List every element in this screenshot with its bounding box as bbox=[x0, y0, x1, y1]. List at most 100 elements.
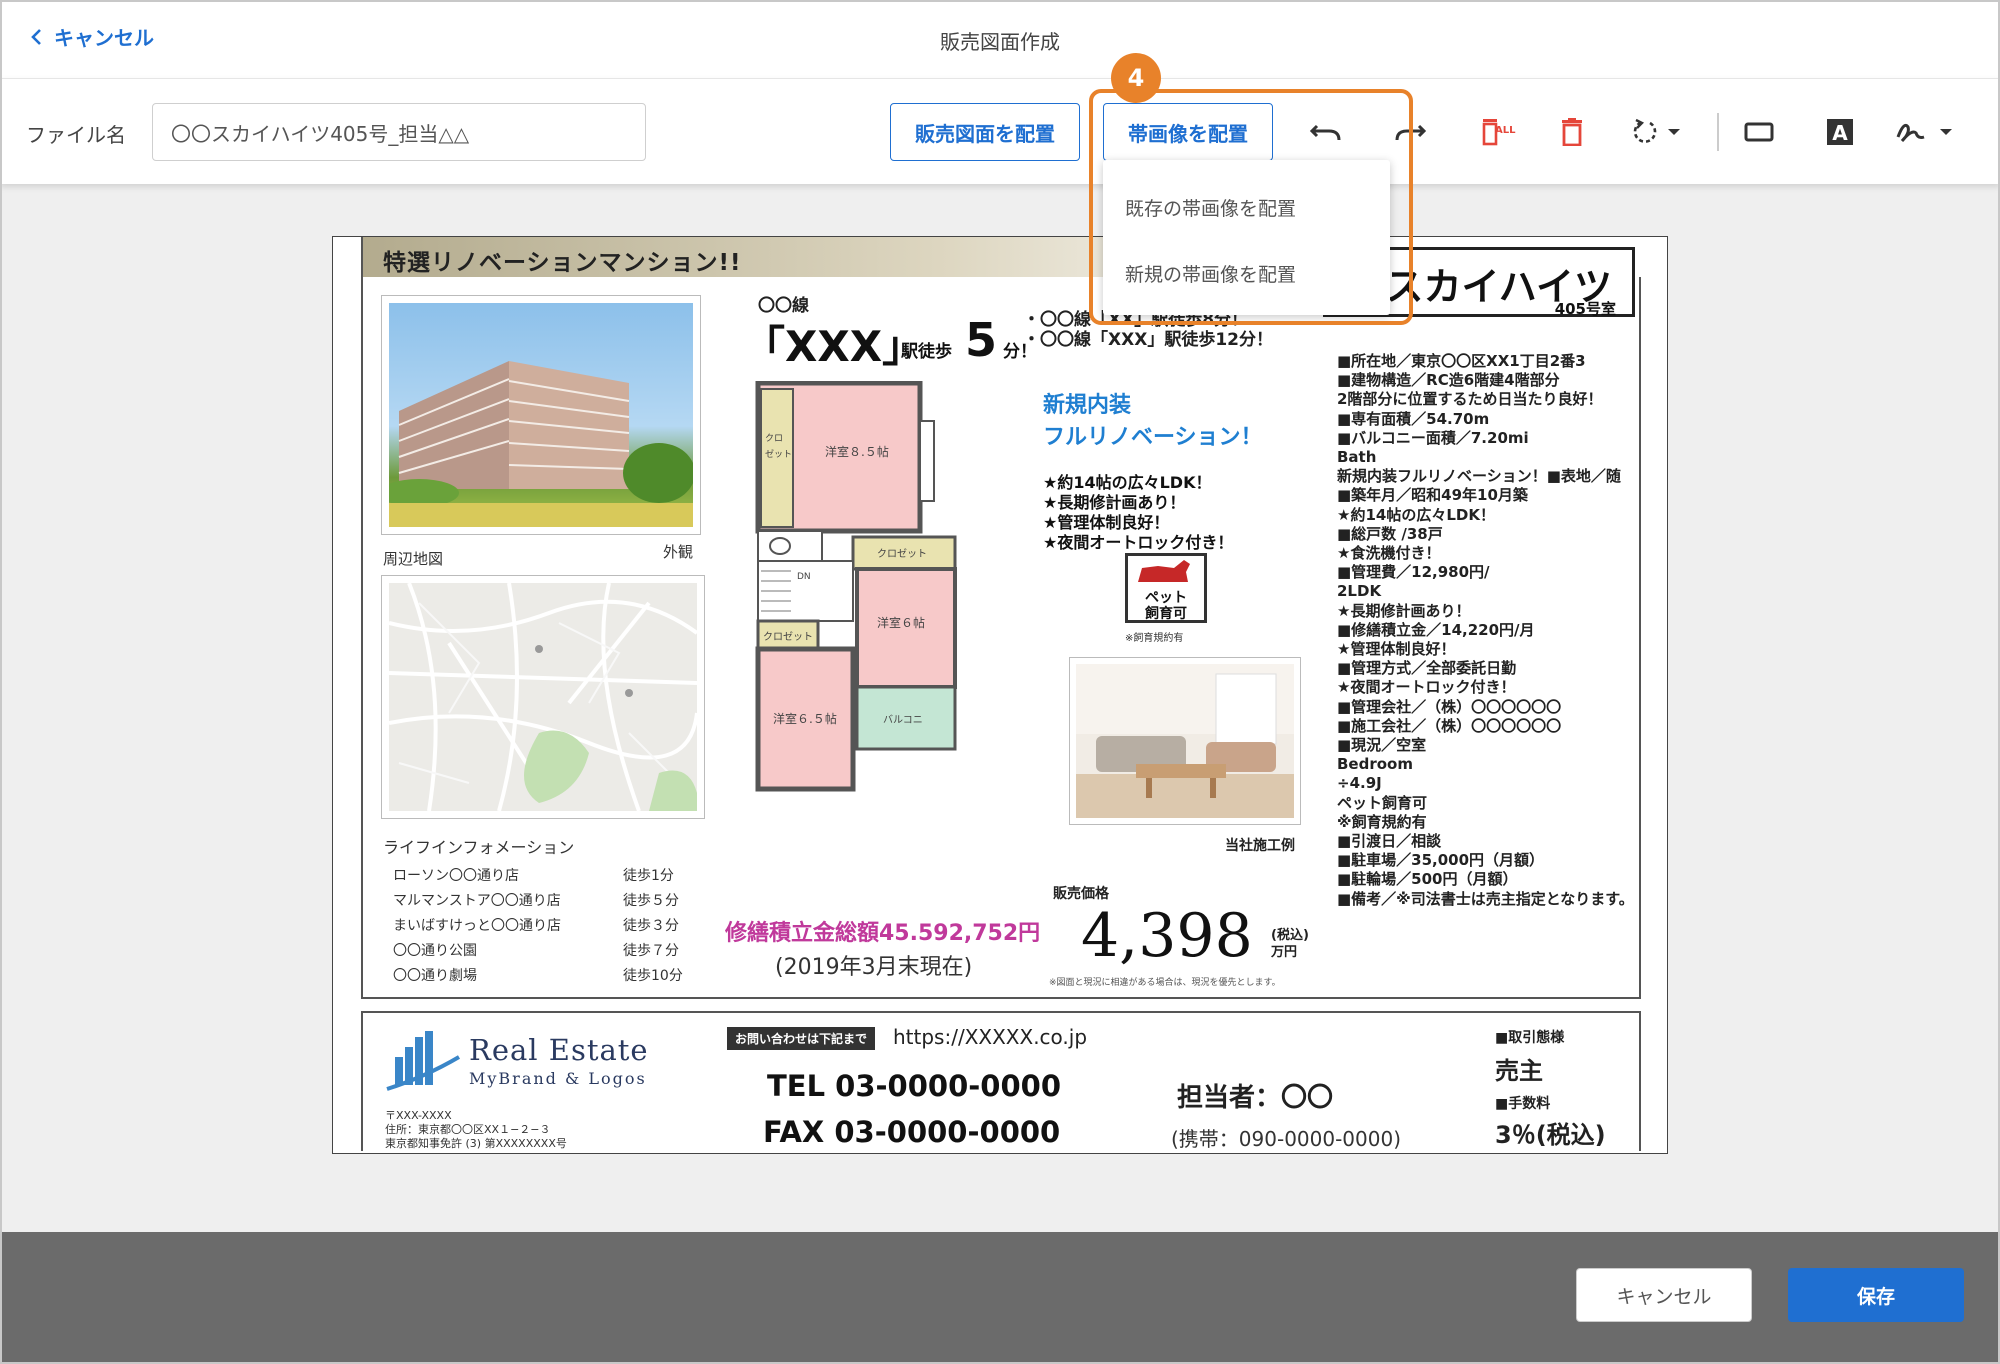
balcony-label: バルコニ bbox=[883, 714, 923, 726]
room-label: 洋室８.５帖 bbox=[825, 444, 889, 459]
price-label: 販売価格 bbox=[1053, 886, 1109, 902]
dropdown-item-existing-band[interactable]: 既存の帯画像を配置 bbox=[1125, 194, 1296, 221]
info-line: ÷4.9J bbox=[1337, 774, 1382, 793]
life-row: 〇〇通り劇場 徒歩10分 bbox=[393, 968, 683, 984]
tel-number: TEL 03-0000-0000 bbox=[767, 1069, 1062, 1103]
route-line: ・〇〇線「XXX」駅徒歩12分！ bbox=[1023, 330, 1273, 350]
place-band-image-button[interactable]: 帯画像を配置 bbox=[1103, 103, 1273, 161]
reno-title: 新規内装 フルリノベーション！ bbox=[1043, 393, 1263, 450]
step-badge: 4 bbox=[1111, 53, 1161, 103]
map-caption: 周辺地図 bbox=[383, 550, 444, 568]
closet-label: ゼット bbox=[765, 448, 792, 460]
price-tax: (税込) 万円 bbox=[1271, 928, 1309, 960]
info-line: ■建物構造／RC造6階建4階部分 bbox=[1337, 371, 1560, 390]
page-title: 販売図面作成 bbox=[940, 30, 1060, 54]
area-map bbox=[381, 575, 705, 819]
info-line: ペット飼育可 bbox=[1337, 793, 1428, 812]
interior-photo bbox=[1069, 657, 1301, 825]
closet-label: クロ bbox=[765, 433, 783, 444]
info-line: Bedroom bbox=[1337, 755, 1413, 774]
info-line: ★食洗機付き！ bbox=[1337, 544, 1441, 563]
flyer-main: 特選リノベーションマンション!! スカイハイツ 405号室 外観 周辺地図 ライ… bbox=[361, 237, 1643, 999]
signature-icon[interactable] bbox=[1894, 112, 1960, 152]
life-row: まいばすけっと〇〇通り店 徒歩３分 bbox=[393, 918, 679, 934]
info-line: ■築年月／昭和49年10月築 bbox=[1337, 486, 1528, 505]
place-drawing-button[interactable]: 販売図面を配置 bbox=[890, 103, 1080, 161]
document-canvas[interactable]: 特選リノベーションマンション!! スカイハイツ 405号室 外観 周辺地図 ライ… bbox=[332, 236, 1668, 1154]
repair-total: 修繕積立金総額45.592,752円 bbox=[725, 921, 1041, 946]
info-line: ■管理方式／全部委託日勤 bbox=[1337, 659, 1517, 678]
delete-all-icon[interactable]: ALL bbox=[1478, 112, 1518, 152]
station-name: 「XXX」 bbox=[743, 322, 925, 371]
room-label: 洋室６.５帖 bbox=[773, 711, 837, 726]
walk-minutes: 5 bbox=[965, 313, 998, 367]
feature-item: ★夜間オートロック付き！ bbox=[1043, 533, 1234, 552]
info-line: ■駐輪場／500円（月額） bbox=[1337, 870, 1518, 889]
info-line: ※飼育規約有 bbox=[1337, 812, 1427, 831]
stairs-label: DN bbox=[797, 572, 811, 582]
info-line: ■専有面積／54.70m bbox=[1337, 409, 1490, 428]
exterior-caption: 外観 bbox=[663, 543, 694, 561]
info-line: ■バルコニー面積／7.20mi bbox=[1337, 428, 1529, 447]
contact-tag: お問い合わせは下記まで bbox=[727, 1027, 876, 1050]
pet-icon: ペット 飼育可 bbox=[1125, 553, 1207, 623]
toolbar-divider bbox=[1717, 113, 1719, 151]
room-number: 405号室 bbox=[1554, 300, 1616, 318]
info-line: ■現況／空室 bbox=[1337, 736, 1427, 755]
info-line: ★約14帖の広々LDK！ bbox=[1337, 505, 1495, 524]
info-line: ★管理体制良好！ bbox=[1337, 640, 1456, 659]
trade-value: 売主 bbox=[1495, 1057, 1543, 1085]
flyer-footer: Real Estate MyBrand & Logos 〒XXX-XXXX 住所… bbox=[361, 1011, 1641, 1151]
info-line: 2LDK bbox=[1337, 582, 1382, 601]
fee-value: 3％(税込) bbox=[1495, 1121, 1606, 1149]
staff-name: 担当者：〇〇 bbox=[1177, 1083, 1334, 1113]
pet-label: ペット bbox=[1145, 590, 1187, 606]
property-info-list: ■所在地／東京〇〇区XX1丁目2番3 ■建物構造／RC造6階建4階部分 2階部分に位… bbox=[1337, 352, 1647, 909]
life-row: 〇〇通り公園 徒歩７分 bbox=[393, 943, 679, 959]
brand-name: Real Estate bbox=[469, 1033, 649, 1067]
info-line: ★夜間オートロック付き！ bbox=[1337, 678, 1516, 697]
fee-label: ■手数料 bbox=[1495, 1096, 1551, 1112]
info-line: ■総戸数 /38戸 bbox=[1337, 524, 1443, 543]
info-line: ■修繕積立金／14,220円/月 bbox=[1337, 620, 1535, 639]
undo-icon[interactable] bbox=[1306, 112, 1346, 152]
info-line: ■管理費／12,980円/ bbox=[1337, 563, 1490, 582]
brand-tagline: MyBrand & Logos bbox=[469, 1069, 647, 1088]
toolbar: ファイル名 販売図面を配置 帯画像を配置 ALL A bbox=[0, 78, 2000, 184]
room-label: 洋室６帖 bbox=[877, 615, 925, 630]
info-line: ■管理会社／（株）〇〇〇〇〇〇 bbox=[1337, 697, 1562, 716]
rectangle-icon[interactable] bbox=[1739, 112, 1779, 152]
pet-note: ※飼育規約有 bbox=[1125, 633, 1184, 644]
building-image bbox=[389, 361, 693, 527]
dropdown-item-new-band[interactable]: 新規の帯画像を配置 bbox=[1125, 260, 1296, 287]
redo-icon[interactable] bbox=[1390, 112, 1430, 152]
floor-plan: 洋室８.５帖 クロ ゼット クロゼット 洋室６帖 バルコニ クロゼット 洋室６.… bbox=[755, 381, 957, 792]
life-row: マルマンストア〇〇通り店 徒歩５分 bbox=[393, 893, 679, 909]
interior-caption: 当社施工例 bbox=[1225, 838, 1295, 854]
info-line: 2階部分に位置するため日当たり良好！ bbox=[1337, 390, 1603, 409]
rotate-icon[interactable] bbox=[1628, 112, 1688, 152]
file-name-input[interactable] bbox=[152, 103, 646, 161]
text-icon[interactable]: A bbox=[1820, 112, 1860, 152]
info-line: ■備考／※司法書士は売主指定となります。 bbox=[1337, 889, 1634, 908]
info-line: Bath bbox=[1337, 448, 1377, 467]
exterior-photo bbox=[381, 295, 701, 535]
life-row: ローソン〇〇通り店 徒歩1分 bbox=[393, 868, 674, 884]
top-bar: キャンセル 販売図面作成 bbox=[0, 0, 2000, 78]
repair-date: (2019年3月末現在) bbox=[775, 955, 973, 980]
trade-label: ■取引態様 bbox=[1495, 1030, 1565, 1046]
info-line: ■所在地／東京〇〇区XX1丁目2番3 bbox=[1337, 352, 1586, 370]
bottom-bar: キャンセル 保存 bbox=[0, 1232, 2000, 1364]
info-line: 新規内装フルリノベーション！■表地／随 bbox=[1337, 467, 1621, 486]
company-url: https://XXXXX.co.jp bbox=[893, 1025, 1088, 1049]
delete-all-badge: ALL bbox=[1495, 125, 1516, 136]
license-number: 東京都知事免許 (3) 第XXXXXXXX号 bbox=[385, 1137, 567, 1150]
closet-label: クロゼット bbox=[763, 631, 813, 643]
cancel-button[interactable]: キャンセル bbox=[1576, 1268, 1752, 1322]
info-line: ■引渡日／相談 bbox=[1337, 832, 1442, 851]
info-line: ■駐車場／35,000円（月額） bbox=[1337, 851, 1545, 870]
staff-mobile: (携帯：090-0000-0000) bbox=[1171, 1127, 1402, 1151]
delete-icon[interactable] bbox=[1552, 112, 1592, 152]
band-image-dropdown: 既存の帯画像を配置 新規の帯画像を配置 bbox=[1103, 160, 1390, 315]
save-button[interactable]: 保存 bbox=[1788, 1268, 1964, 1322]
